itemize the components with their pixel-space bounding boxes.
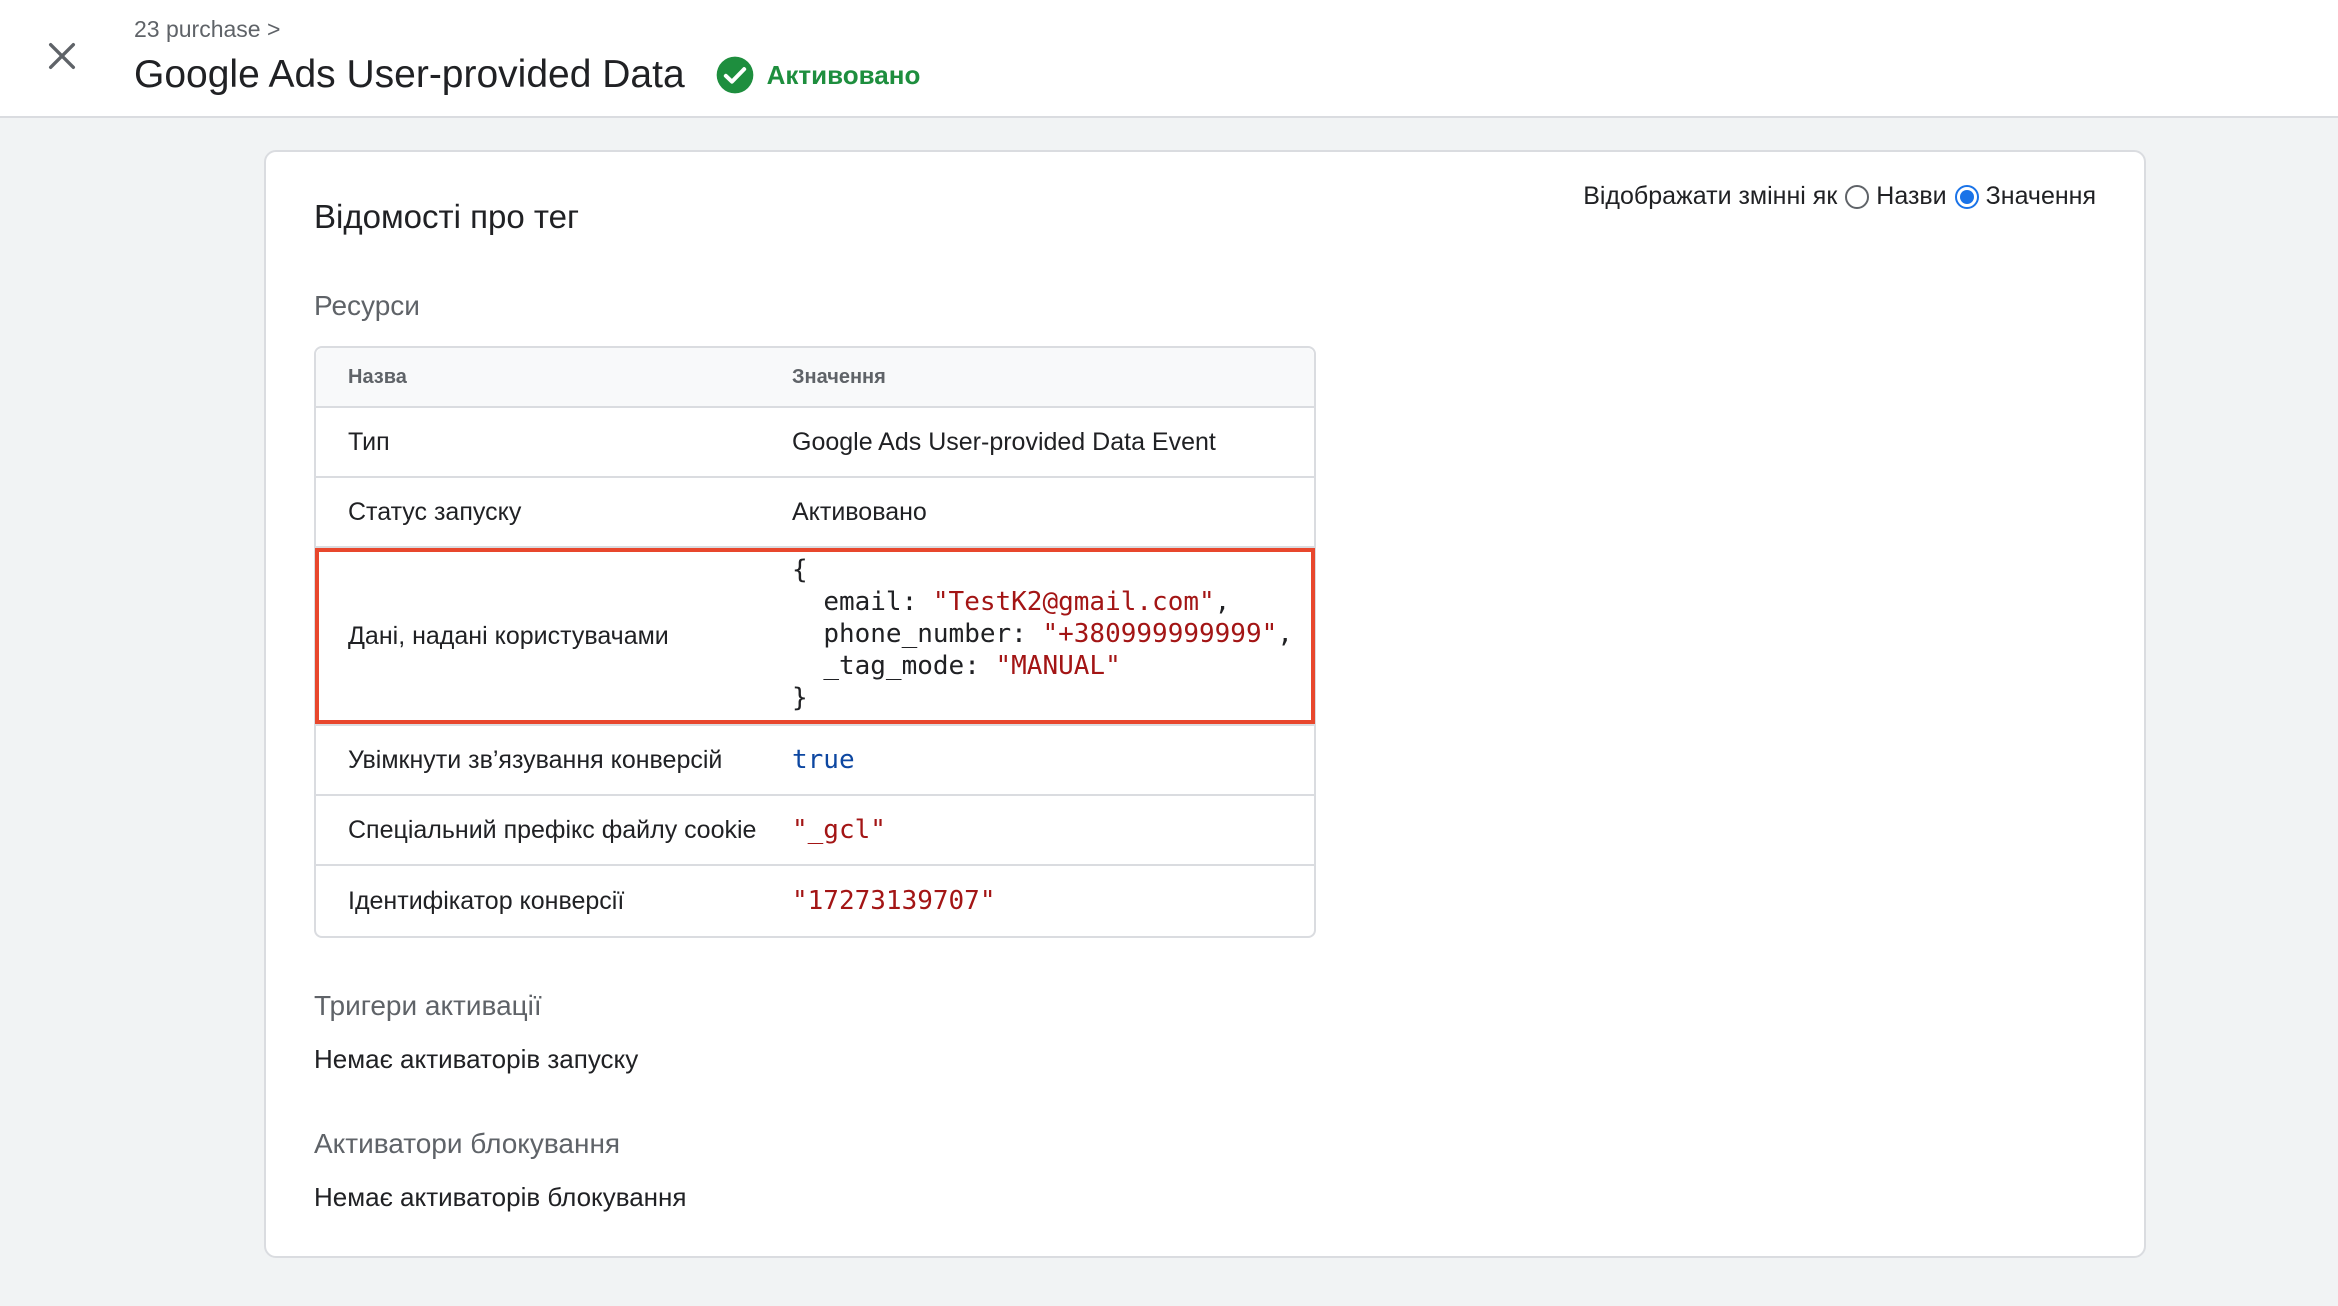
- table-row: Спеціальний префікс файлу cookie "_gcl": [316, 796, 1314, 866]
- tag-details-card: Відомості про тег Відображати змінні як …: [264, 150, 2146, 1258]
- row-name-cookie-prefix: Спеціальний префікс файлу cookie: [348, 815, 757, 844]
- json-key-email: email:: [823, 587, 933, 617]
- close-icon: [48, 42, 76, 70]
- table-row: Статус запуску Активовано: [316, 478, 1314, 548]
- radio-values-label: Значення: [1985, 182, 2096, 210]
- blocking-section-title: Активатори блокування: [314, 1128, 621, 1159]
- card-title: Відомості про тег: [314, 198, 579, 235]
- triggers-section-title: Тригери активації: [314, 990, 542, 1021]
- breadcrumb[interactable]: 23 purchase >: [134, 16, 280, 43]
- page-title: Google Ads User-provided Data: [134, 53, 685, 96]
- radio-option-names[interactable]: Назви: [1845, 182, 1947, 211]
- row-name-type: Тип: [348, 427, 390, 456]
- table-row: Увімкнути зв’язування конверсій true: [316, 726, 1314, 796]
- column-header-name: Назва: [348, 365, 407, 388]
- json-key-tag-mode: _tag_mode:: [823, 651, 996, 681]
- row-name-user-data: Дані, надані користувачами: [348, 621, 669, 650]
- column-header-value: Значення: [792, 365, 886, 388]
- user-data-json: { email: "TestK2@gmail.com", phone_numbe…: [792, 554, 1293, 714]
- row-name-launch-status: Статус запуску: [348, 497, 522, 526]
- blocking-empty-text: Немає активаторів блокування: [314, 1182, 687, 1212]
- table-header-row: Назва Значення: [316, 348, 1314, 408]
- page-header: 23 purchase > Google Ads User-provided D…: [0, 0, 2338, 118]
- json-value-tag-mode: "MANUAL": [995, 651, 1121, 681]
- radio-names[interactable]: [1845, 184, 1870, 209]
- radio-names-label: Назви: [1876, 182, 1947, 210]
- row-value-conversion-linking: true: [792, 745, 855, 775]
- table-row: Тип Google Ads User-provided Data Event: [316, 408, 1314, 478]
- check-circle-icon: [715, 55, 755, 95]
- triggers-empty-text: Немає активаторів запуску: [314, 1044, 639, 1074]
- radio-option-values[interactable]: Значення: [1954, 182, 2096, 211]
- radio-values[interactable]: [1954, 184, 1979, 209]
- json-close-brace: }: [792, 683, 808, 713]
- display-toggle-label: Відображати змінні як: [1583, 182, 1838, 210]
- json-value-phone: "+380999999999": [1042, 619, 1278, 649]
- row-value-conversion-id: "17273139707": [792, 886, 996, 916]
- status-badge: Активовано: [766, 59, 921, 90]
- row-value-type: Google Ads User-provided Data Event: [792, 427, 1216, 456]
- row-name-conversion-id: Ідентифікатор конверсії: [348, 886, 625, 915]
- resources-section-title: Ресурси: [314, 290, 420, 321]
- row-name-conversion-linking: Увімкнути зв’язування конверсій: [348, 745, 723, 774]
- row-value-cookie-prefix: "_gcl": [792, 815, 886, 845]
- json-open-brace: {: [792, 555, 808, 585]
- json-value-email: "TestK2@gmail.com": [932, 587, 1215, 617]
- close-button[interactable]: [36, 30, 88, 82]
- table-row-user-data: Дані, надані користувачами { email: "Tes…: [315, 548, 1315, 726]
- table-row: Ідентифікатор конверсії "17273139707": [316, 866, 1314, 936]
- json-sep: ,: [1214, 587, 1231, 617]
- resources-table: Назва Значення Тип Google Ads User-provi…: [314, 346, 1316, 938]
- display-variables-toggle: Відображати змінні як Назви Значення: [1583, 182, 2096, 211]
- json-key-phone: phone_number:: [823, 619, 1043, 649]
- row-value-launch-status: Активовано: [792, 497, 927, 526]
- json-sep: ,: [1277, 619, 1293, 649]
- title-row: Google Ads User-provided Data Активовано: [134, 48, 920, 102]
